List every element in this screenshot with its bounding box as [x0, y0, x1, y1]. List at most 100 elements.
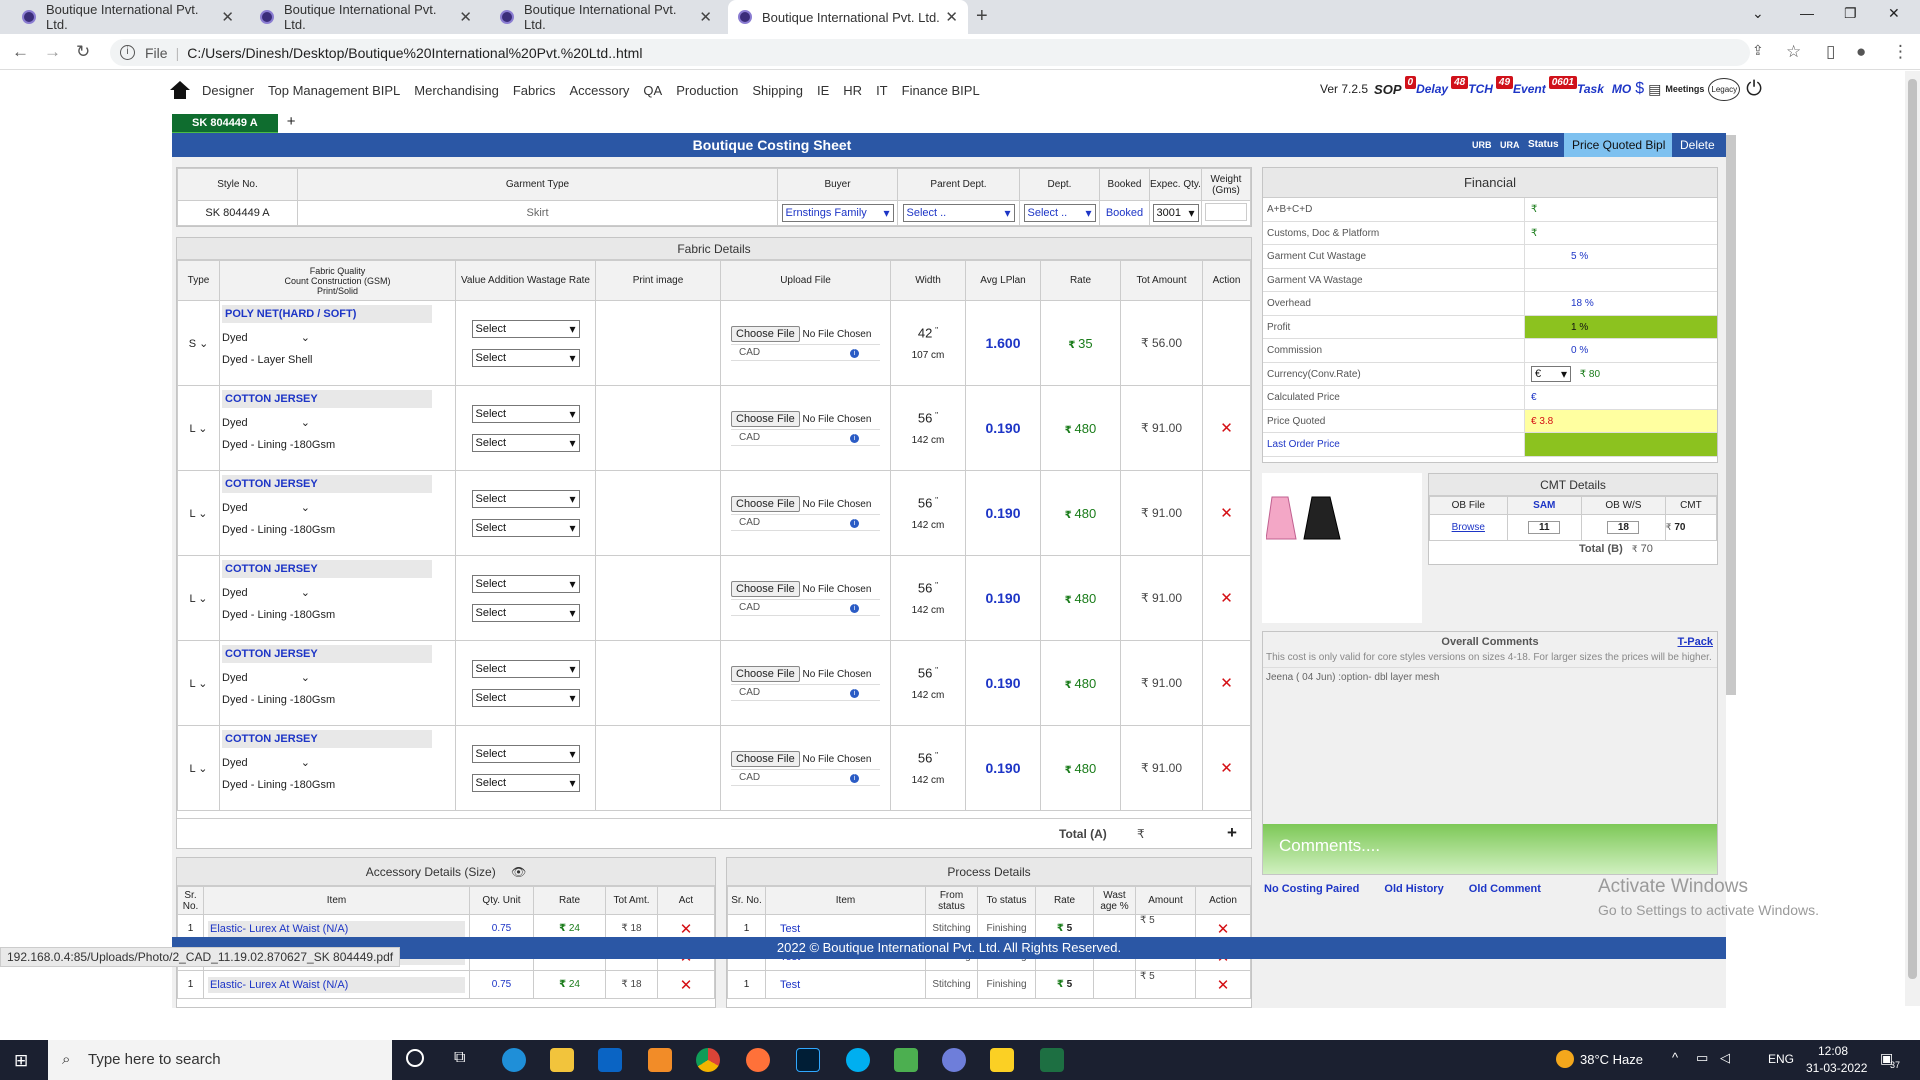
dye-select[interactable]: Dyed	[222, 672, 248, 684]
notepad-icon[interactable]	[894, 1048, 918, 1072]
task-link[interactable]: 0601 Task	[1548, 76, 1604, 96]
nav-designer[interactable]: Designer	[202, 83, 254, 98]
task-view-icon[interactable]: ⧉	[454, 1049, 465, 1067]
wastage-select[interactable]: Select	[471, 348, 580, 367]
taskbar-search[interactable]: ⌕ Type here to search	[48, 1040, 392, 1080]
dye-select[interactable]: Dyed	[222, 417, 248, 429]
tab-search-icon[interactable]: ⌄	[1752, 5, 1764, 22]
browser-tab[interactable]: Boutique International Pvt. Ltd. ✕	[12, 0, 244, 34]
site-info-icon[interactable]: i	[120, 45, 135, 60]
nav-accessory[interactable]: Accessory	[569, 83, 629, 98]
event-link[interactable]: 49 Event	[1495, 76, 1546, 96]
choose-file-button[interactable]: Choose File	[731, 665, 800, 682]
info-icon[interactable]: i	[850, 433, 860, 443]
proc-rate[interactable]: 5	[1067, 923, 1073, 934]
chevron-down-icon[interactable]: ⌄	[198, 678, 207, 690]
language-indicator[interactable]: ENG	[1768, 1052, 1794, 1066]
chevron-down-icon[interactable]: ⌄	[301, 757, 310, 769]
speaker-icon[interactable]: ◁	[1720, 1050, 1730, 1066]
info-icon[interactable]: i	[850, 688, 860, 698]
delete-row-icon[interactable]: ✕	[1220, 760, 1233, 777]
outlook-icon[interactable]	[598, 1048, 622, 1072]
va-select[interactable]: Select	[471, 404, 580, 423]
firefox-icon[interactable]	[746, 1048, 770, 1072]
chevron-down-icon[interactable]: ⌄	[301, 502, 310, 514]
forward-icon[interactable]: →	[44, 42, 61, 62]
fabric-quality[interactable]: COTTON JERSEY	[222, 390, 432, 408]
eye-icon[interactable]: 👁	[511, 865, 526, 879]
choose-file-button[interactable]: Choose File	[731, 580, 800, 597]
booked-value[interactable]: Booked	[1099, 200, 1150, 226]
nav-ie[interactable]: IE	[817, 83, 829, 98]
close-window-icon[interactable]: ✕	[1888, 5, 1900, 22]
chevron-down-icon[interactable]: ⌄	[198, 593, 207, 605]
delete-row-icon[interactable]: ✕	[680, 921, 693, 938]
style-chip[interactable]: SK 804449 A	[172, 114, 278, 135]
sam-input[interactable]: 11	[1528, 521, 1561, 534]
page-scrollbar-thumb[interactable]	[1726, 135, 1736, 695]
wastage-select[interactable]: Select	[471, 603, 580, 622]
wastage-select[interactable]: Select	[471, 688, 580, 707]
print-image-cell[interactable]	[595, 725, 721, 811]
fabric-rate[interactable]: 480	[1075, 506, 1097, 521]
dye-select[interactable]: Dyed	[222, 587, 248, 599]
close-tab-icon[interactable]: ✕	[945, 8, 958, 26]
window-scrollbar-thumb[interactable]	[1908, 79, 1917, 979]
width-inch[interactable]: 56	[918, 580, 932, 595]
dye-select[interactable]: Dyed	[222, 757, 248, 769]
menu-icon[interactable]: ⋮	[1892, 42, 1909, 62]
back-icon[interactable]: ←	[12, 42, 29, 62]
home-icon[interactable]	[170, 81, 190, 99]
delete-row-icon[interactable]: ✕	[1220, 505, 1233, 522]
va-select[interactable]: Select	[471, 574, 580, 593]
profile-icon[interactable]: ●	[1856, 42, 1866, 62]
comments-input[interactable]: Comments....	[1263, 824, 1717, 874]
acc-qty[interactable]: 0.75	[469, 970, 534, 999]
acc-item[interactable]: Elastic- Lurex At Waist (N/A)	[208, 920, 465, 937]
width-inch[interactable]: 56	[918, 750, 932, 765]
acc-item[interactable]: Elastic- Lurex At Waist (N/A)	[208, 976, 465, 993]
chevron-down-icon[interactable]: ⌄	[198, 763, 207, 775]
no-costing-paired-link[interactable]: No Costing Paired	[1264, 883, 1359, 895]
delete-row-icon[interactable]: ✕	[1220, 420, 1233, 437]
photoshop-icon[interactable]	[796, 1048, 820, 1072]
sticky-notes-icon[interactable]	[990, 1048, 1014, 1072]
acc-rate[interactable]: 24	[569, 923, 580, 934]
nav-merchandising[interactable]: Merchandising	[414, 83, 499, 98]
width-inch[interactable]: 56	[918, 410, 932, 425]
info-icon[interactable]: i	[850, 348, 860, 358]
nav-qa[interactable]: QA	[643, 83, 662, 98]
print-image-cell[interactable]	[595, 300, 721, 386]
clock-date[interactable]: 31-03-2022	[1806, 1061, 1867, 1075]
choose-file-button[interactable]: Choose File	[731, 410, 800, 427]
dept-select[interactable]: Select ..	[1023, 204, 1096, 222]
fabric-rate[interactable]: 480	[1075, 421, 1097, 436]
dye-select[interactable]: Dyed	[222, 332, 248, 344]
reload-icon[interactable]: ↻	[76, 42, 90, 62]
side-panel-icon[interactable]: ▯	[1826, 42, 1835, 62]
fabric-quality[interactable]: COTTON JERSEY	[222, 645, 432, 663]
delete-row-icon[interactable]: ✕	[1217, 977, 1230, 994]
delete-row-icon[interactable]: ✕	[1217, 921, 1230, 938]
wastage-select[interactable]: Select	[471, 773, 580, 792]
address-bar[interactable]: i File | C:/Users/Dinesh/Desktop/Boutiqu…	[110, 39, 1750, 66]
print-image-cell[interactable]	[595, 640, 721, 726]
info-icon[interactable]: i	[850, 603, 860, 613]
bookmark-star-icon[interactable]: ☆	[1786, 42, 1801, 62]
fabric-quality[interactable]: COTTON JERSEY	[222, 730, 432, 748]
browser-tab[interactable]: Boutique International Pvt. Ltd. ✕	[490, 0, 722, 34]
choose-file-button[interactable]: Choose File	[731, 750, 800, 767]
buyer-select[interactable]: Ernstings Family	[781, 204, 894, 222]
va-select[interactable]: Select	[471, 744, 580, 763]
qty-select[interactable]: 3001	[1152, 204, 1199, 222]
va-select[interactable]: Select	[471, 319, 580, 338]
fabric-type[interactable]: L	[190, 678, 196, 690]
meetings-link[interactable]: Meetings	[1665, 84, 1704, 94]
report-icon[interactable]: ▤	[1648, 81, 1661, 98]
window-scrollbar[interactable]	[1905, 71, 1920, 1006]
nav-shipping[interactable]: Shipping	[752, 83, 803, 98]
print-image-cell[interactable]	[595, 470, 721, 556]
fabric-type[interactable]: L	[190, 508, 196, 520]
tch-link[interactable]: 48 TCH	[1451, 76, 1493, 96]
minimize-icon[interactable]: —	[1800, 5, 1814, 21]
